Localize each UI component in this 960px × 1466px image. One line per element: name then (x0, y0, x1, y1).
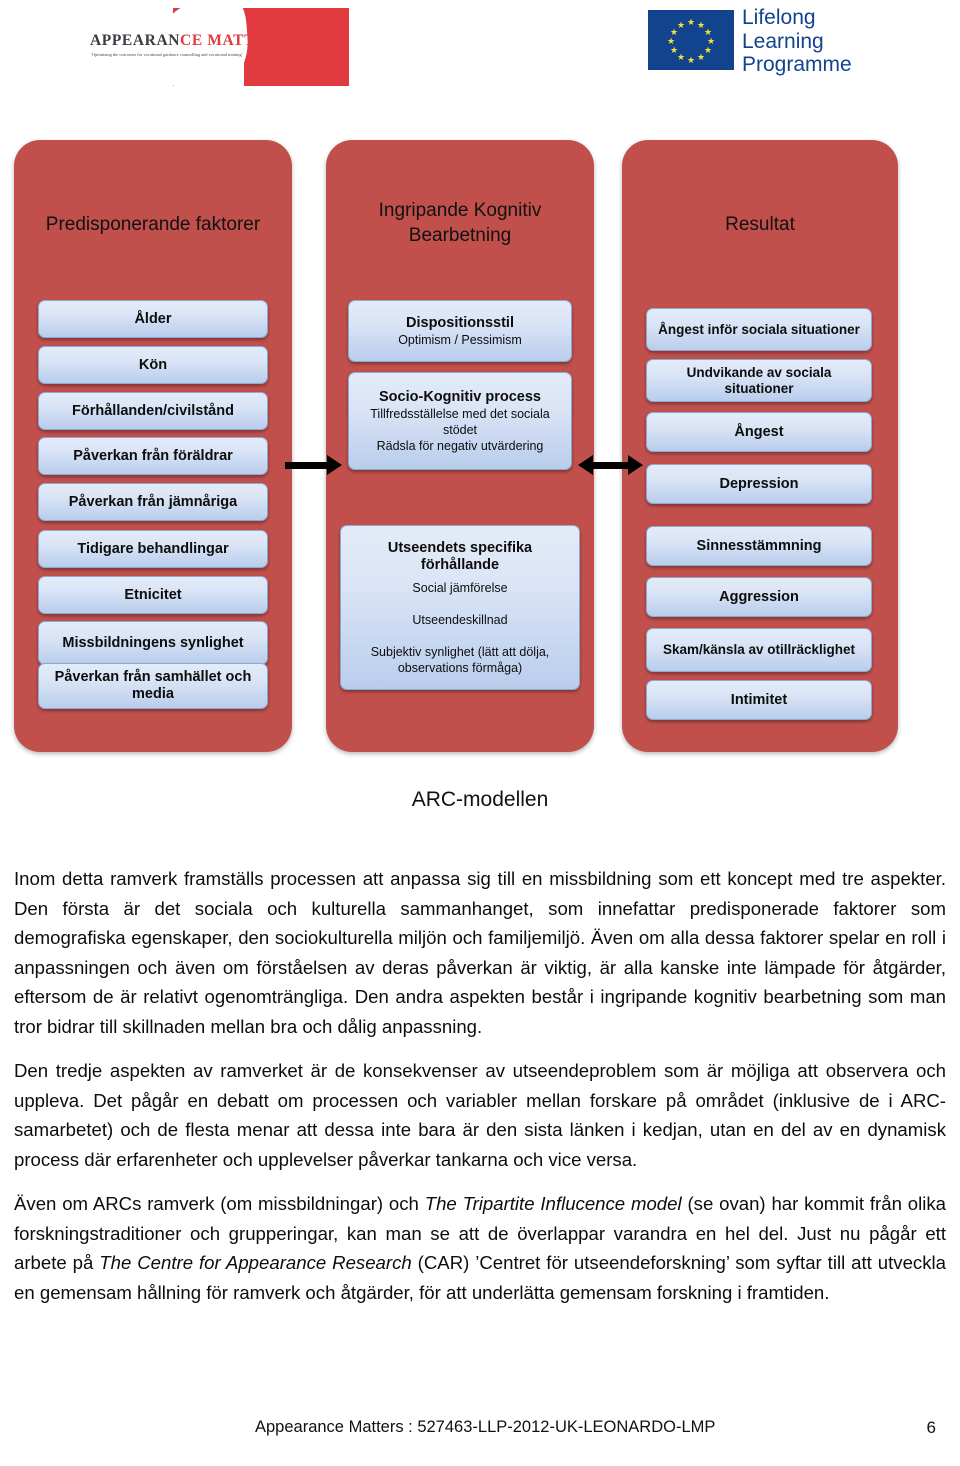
box-skam-kansla-av-otillracklighet: Skam/känsla av otillräcklighet (646, 628, 872, 672)
box-paverkan-fran-foraldrar: Påverkan från föräldrar (38, 437, 268, 475)
panel-title-resultat: Resultat (725, 214, 795, 235)
logo-title-dark: APPEARAN (90, 32, 181, 49)
eu-logo-text: Lifelong Learning Programme (742, 6, 852, 77)
eu-flag-icon: ★ ★ ★ ★ ★ ★ ★ ★ ★ ★ ★ ★ (648, 10, 734, 70)
box-label: Ångest inför sociala situationer (658, 321, 860, 337)
eu-star-icon: ★ (697, 52, 706, 62)
box-label: Intimitet (730, 691, 788, 708)
eu-star-icon: ★ (687, 55, 696, 65)
box-missbildningens-synlighet: Missbildningens synlighet (38, 621, 268, 665)
paragraph-3: Även om ARCs ramverk (om missbildningar)… (14, 1189, 946, 1307)
box-label: Missbildningens synlighet (62, 634, 244, 651)
box-depression: Depression (646, 464, 872, 504)
footer-page-number: 6 (926, 1418, 936, 1437)
panel-resultat: Resultat Ångest inför sociala situatione… (622, 140, 898, 752)
eu-star-icon: ★ (687, 17, 696, 27)
box-dispositionsstil: Dispositionsstil Optimism / Pessimism (348, 300, 572, 362)
box-label: Dispositionsstil (406, 314, 514, 331)
panel-intervening-cognitive-processing: Ingripande Kognitiv Bearbetning Disposit… (326, 140, 594, 752)
panel-title-predisposing: Predisponerande faktorer (45, 214, 261, 235)
box-label: Ålder (134, 310, 172, 327)
box-label: Påverkan från samhället och media (54, 669, 252, 702)
eu-logo-line2: Learning (742, 29, 824, 53)
box-intimitet: Intimitet (646, 680, 872, 720)
panel-predisposing-factors: Predisponerande faktorer Ålder Kön Förhå… (14, 140, 292, 752)
eu-logo-line3: Programme (742, 53, 852, 76)
box-paverkan-fran-jamnariga: Påverkan från jämnåriga (38, 483, 268, 521)
diagram-caption: ARC-modellen (411, 788, 549, 811)
box-undvikande-av-sociala-situationer: Undvikande av sociala situationer (646, 359, 872, 402)
box-alder: Ålder (38, 300, 268, 338)
footer-project-code: Appearance Matters : 527463-LLP-2012-UK-… (255, 1418, 716, 1436)
paragraph-2: Den tredje aspekten av ramverket är de k… (14, 1060, 946, 1170)
box-label: Aggression (719, 588, 799, 605)
paragraph-1: Inom detta ramverk framställs processen … (14, 868, 946, 1037)
box-label: Tidigare behandlingar (77, 540, 229, 557)
box-label: Utseendets specifika förhållande (387, 539, 533, 573)
appearance-matters-logo: APPEARANCE MATTERS 'Optimizing the outco… (62, 8, 349, 86)
lifelong-learning-programme-logo: ★ ★ ★ ★ ★ ★ ★ ★ ★ ★ ★ ★ Lifelong Learnin… (648, 6, 863, 80)
box-tidigare-behandlingar: Tidigare behandlingar (38, 530, 268, 568)
box-sublabel: Optimism / Pessimism (398, 332, 522, 347)
eu-logo-line1: Lifelong (742, 6, 816, 29)
eu-star-icon: ★ (677, 52, 686, 62)
box-utseendets-specifika-forhallande: Utseendets specifika förhållande Social … (340, 525, 580, 690)
eu-star-icon: ★ (670, 45, 679, 55)
p3-italic-car: The Centre for Appearance Research (99, 1252, 412, 1273)
box-label: Förhållanden/civilstånd (72, 402, 234, 419)
eu-star-icon: ★ (677, 20, 686, 30)
panel-title-cognitive: Ingripande Kognitiv Bearbetning (378, 200, 542, 246)
logo-face-neck (170, 54, 244, 86)
box-forhallanden-civilstand: Förhållanden/civilstånd (38, 392, 268, 430)
box-label: Ångest (734, 423, 784, 440)
box-sublabel: Tillfredsställelse med det sociala stöde… (370, 406, 550, 453)
eu-star-icon: ★ (667, 36, 676, 46)
box-label: Påverkan från jämnåriga (68, 493, 238, 510)
page-header: APPEARANCE MATTERS 'Optimizing the outco… (0, 0, 960, 96)
box-sinnesstammning: Sinnesstämmning (646, 526, 872, 566)
body-text: Inom detta ramverk framställs processen … (14, 864, 946, 1322)
box-label: Etnicitet (124, 586, 182, 603)
eu-star-icon: ★ (704, 45, 713, 55)
logo-title: APPEARANCE MATTERS (90, 32, 320, 50)
box-sublabel: Social jämförelse Utseendeskillnad Subje… (370, 580, 550, 675)
box-label: Sinnesstämmning (696, 537, 822, 554)
box-label: Socio-Kognitiv process (379, 388, 541, 405)
box-angest-infor-sociala-situationer: Ångest inför sociala situationer (646, 308, 872, 351)
page-footer: Appearance Matters : 527463-LLP-2012-UK-… (0, 1418, 960, 1448)
arrow-cognitive-to-outcome-icon (578, 455, 644, 476)
box-label: Påverkan från föräldrar (73, 447, 233, 464)
box-aggression: Aggression (646, 577, 872, 617)
logo-title-red: CE MATTERS (180, 32, 287, 49)
logo-tagline: 'Optimizing the outcomes for vocational … (91, 52, 243, 57)
box-paverkan-fran-samhallet-och-media: Påverkan från samhället och media (38, 663, 268, 709)
p3-text-1: Även om ARCs ramverk (om missbildningar)… (14, 1193, 425, 1214)
box-kon: Kön (38, 346, 268, 384)
p3-italic-tripartite: The Tripartite Influcence model (424, 1193, 682, 1214)
arc-model-diagram: Predisponerande faktorer Ålder Kön Förhå… (0, 140, 960, 760)
arrow-predisposing-to-cognitive-icon (285, 455, 343, 476)
box-label: Undvikande av sociala situationer (686, 364, 832, 396)
box-socio-kognitiv-process: Socio-Kognitiv process Tillfredsställels… (348, 372, 572, 470)
box-angest: Ångest (646, 412, 872, 452)
box-label: Kön (138, 356, 168, 373)
box-label: Skam/känsla av otillräcklighet (662, 642, 856, 657)
box-etnicitet: Etnicitet (38, 576, 268, 614)
box-label: Depression (719, 475, 799, 492)
